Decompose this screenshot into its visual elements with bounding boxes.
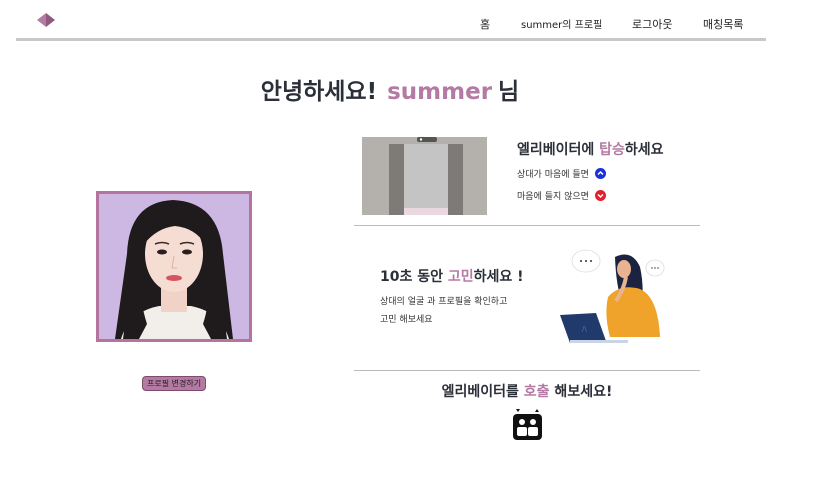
thinking-person-illustration: /\ — [560, 249, 665, 343]
think-desc-line-2: 고민 해보세요 — [380, 315, 433, 325]
think-section-title: 10초 동안 고민하세요 ! — [380, 266, 524, 286]
chevron-down-icon[interactable] — [594, 190, 606, 201]
elevator-title-accent: 탑승 — [599, 142, 625, 158]
header-divider — [16, 38, 766, 41]
think-title-suffix: 하세요 ! — [473, 269, 524, 285]
elevator-call-icon[interactable] — [512, 409, 543, 440]
call-title-suffix: 해보세요! — [549, 384, 613, 400]
think-section-description: 상대의 얼굴 과 프로필을 확인하고 고민 해보세요 — [380, 293, 540, 329]
dislike-option[interactable]: 마음에 들지 않으면 — [517, 189, 606, 202]
dislike-label: 마음에 들지 않으면 — [517, 192, 589, 202]
call-title-prefix: 엘리베이터를 — [441, 384, 524, 400]
call-title-accent: 호출 — [523, 384, 550, 400]
logo-icon[interactable] — [36, 12, 56, 28]
nav-matches[interactable]: 매칭목록 — [703, 16, 743, 32]
nav-logout[interactable]: 로그아웃 — [632, 16, 672, 32]
think-title-prefix: 10초 동안 — [380, 269, 448, 285]
call-section-title: 엘리베이터를 호출 해보세요! — [354, 381, 700, 401]
like-option[interactable]: 상대가 마음에 들면 — [517, 167, 606, 180]
greeting-prefix: 안녕하세요! — [260, 79, 378, 105]
profile-photo-image — [99, 194, 249, 339]
section-divider — [354, 225, 700, 226]
greeting-suffix: 님 — [498, 79, 520, 105]
think-title-accent: 고민 — [447, 269, 474, 285]
chevron-up-icon[interactable] — [594, 168, 606, 179]
user-name: summer — [387, 79, 493, 105]
nav-home[interactable]: 홈 — [480, 16, 490, 32]
profile-photo — [96, 191, 252, 342]
svg-text:/\: /\ — [582, 325, 587, 333]
like-label: 상대가 마음에 들면 — [517, 170, 589, 180]
section-divider — [354, 370, 700, 371]
elevator-section-title: 엘리베이터에 탑승하세요 — [517, 139, 664, 159]
elevator-title-suffix: 하세요 — [624, 142, 664, 158]
think-desc-line-1: 상대의 얼굴 과 프로필을 확인하고 — [380, 297, 508, 307]
elevator-title-prefix: 엘리베이터에 — [517, 142, 600, 158]
elevator-illustration — [362, 137, 487, 215]
nav-profile[interactable]: summer의 프로필 — [521, 16, 602, 31]
edit-profile-button[interactable]: 프로필 변경하기 — [142, 376, 207, 391]
greeting: 안녕하세요! summer 님 — [0, 72, 780, 106]
